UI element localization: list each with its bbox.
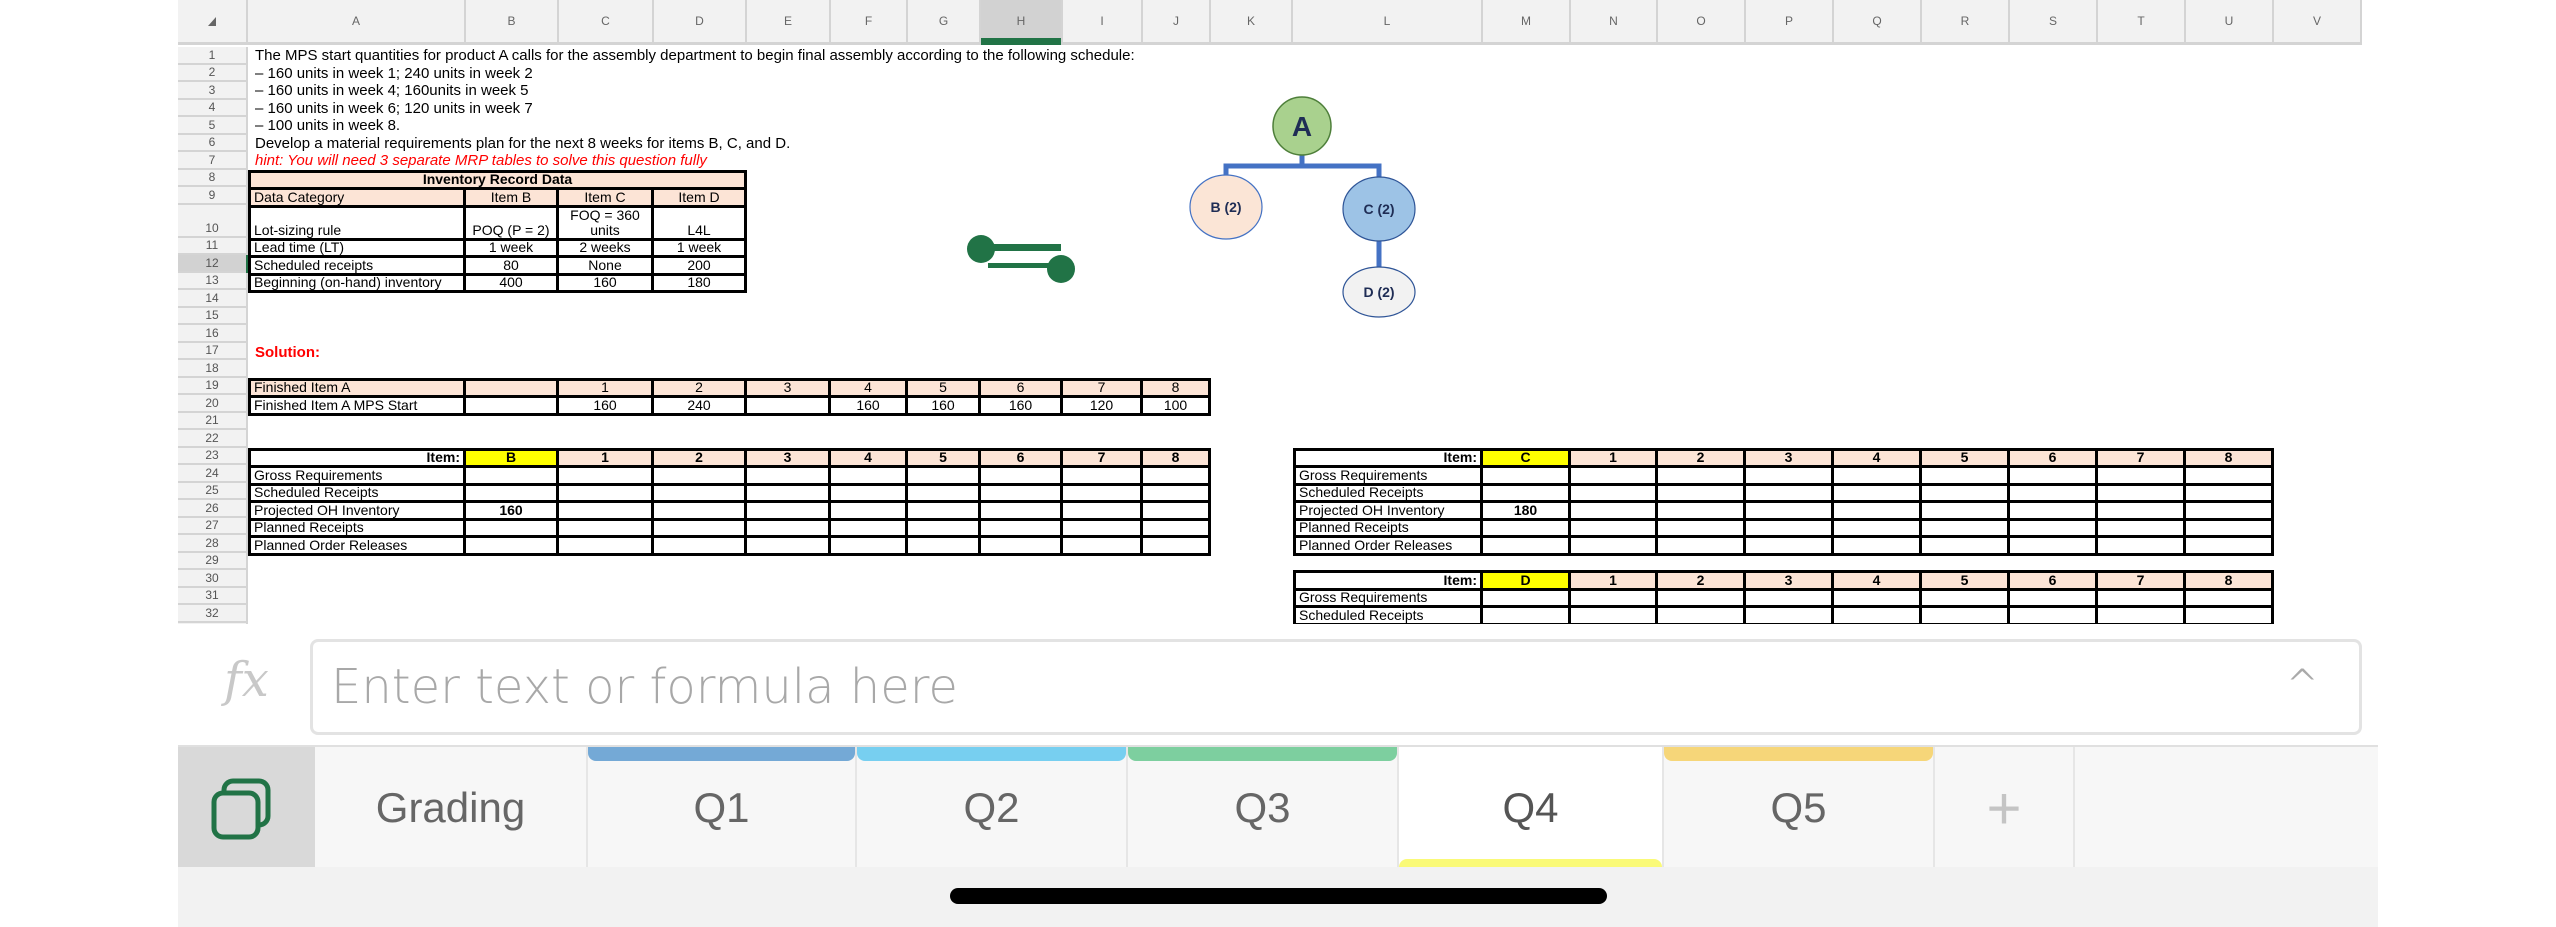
sheet-tab-q2[interactable]: Q2 <box>857 747 1128 869</box>
sheet-tab-label: Q5 <box>1770 784 1827 831</box>
home-indicator[interactable] <box>950 888 1607 904</box>
sheet-tab-label: Q4 <box>1502 784 1559 831</box>
formula-bar: fx Enter text or formula here ^ <box>178 624 2378 745</box>
sheet-tab-grading[interactable]: Grading <box>315 747 588 869</box>
node-c-label: C (2) <box>1363 201 1394 217</box>
function-icon[interactable]: fx <box>224 652 269 708</box>
sheet-tab-color-stripe <box>1128 747 1397 761</box>
sheet-tab-q3[interactable]: Q3 <box>1128 747 1399 869</box>
sheets-list-button[interactable] <box>178 747 315 869</box>
spreadsheet-grid[interactable]: A B C D E F G H I J K L M N O P Q R S T U V 1 2 3 4 5 6 7 8 9 10 11 12 13 1… <box>178 0 2378 624</box>
product-structure-diagram: A B (2) C (2) D (2) <box>967 96 1416 318</box>
formula-input[interactable]: Enter text or formula here ^ <box>310 639 2362 735</box>
sheet-tab-q4[interactable]: Q4 <box>1399 747 1664 873</box>
sheet-tab-label: Q1 <box>693 784 750 831</box>
sheet-tab-label: Grading <box>375 784 526 831</box>
sheet-tab-bar: Grading Q1 Q2 Q3 Q4 Q5 + <box>178 745 2378 873</box>
sheet-tab-q5[interactable]: Q5 <box>1664 747 1935 869</box>
sheet-tab-label: Q3 <box>1234 784 1291 831</box>
node-b-label: B (2) <box>1210 199 1241 215</box>
green-shape-icon[interactable] <box>967 235 1075 283</box>
add-sheet-button[interactable]: + <box>1935 747 2075 869</box>
formula-placeholder: Enter text or formula here <box>331 659 958 715</box>
chevron-up-icon[interactable]: ^ <box>2285 662 2319 708</box>
node-a-label: A <box>1292 111 1312 142</box>
sheet-tab-color-stripe <box>588 747 855 761</box>
sheet-tab-q1[interactable]: Q1 <box>588 747 857 869</box>
sheet-tab-label: Q2 <box>963 784 1020 831</box>
sheets-icon <box>211 778 271 840</box>
sheet-tab-color-stripe <box>857 747 1126 761</box>
node-d-label: D (2) <box>1363 284 1394 300</box>
sheet-tab-color-stripe <box>1664 747 1933 761</box>
